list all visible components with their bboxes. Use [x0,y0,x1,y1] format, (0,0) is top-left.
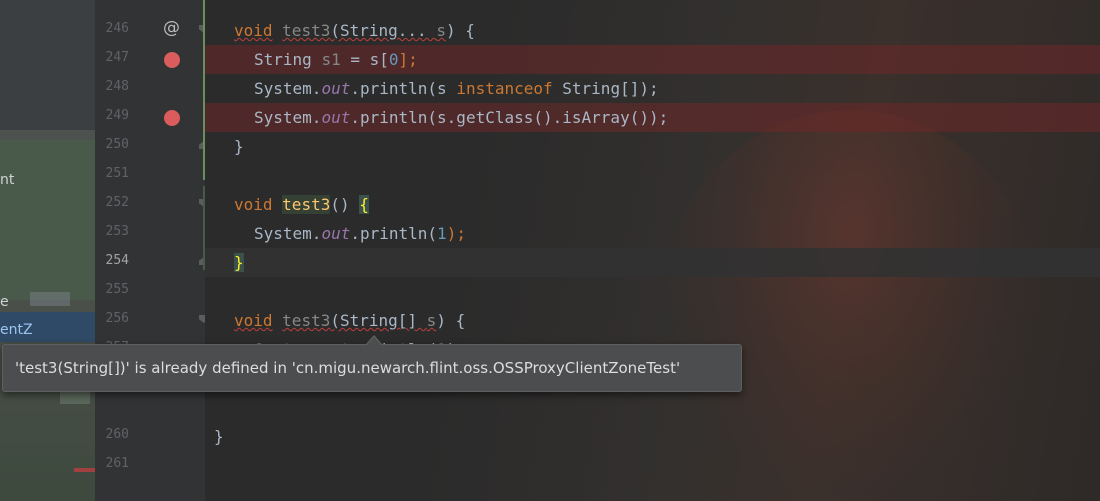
code-token: ) { [436,311,466,330]
keyword: void [234,311,273,330]
gutter-line: 260 [95,422,205,451]
breakpoint-icon[interactable] [164,52,180,68]
static-field: out [321,224,351,243]
gutter-line: 247 [95,45,205,74]
code-editor[interactable]: void test3(String... s) { String s1 = s[… [205,0,1100,501]
parameter: s [436,21,446,40]
code-token: = s[ [340,50,389,69]
gutter-line: 255 [95,277,205,306]
code-token: () [330,195,360,214]
pixelated-block [30,292,70,306]
panel-divider [0,130,95,140]
code-line-248[interactable]: System.out.println(s instanceof String[]… [205,74,1100,103]
static-field: out [321,79,351,98]
code-token: System. [254,79,322,98]
code-line-246[interactable]: void test3(String... s) { [205,16,1100,45]
code-token: ) { [445,21,475,40]
code-token: System. [254,224,322,243]
code-line-254[interactable]: } [205,248,1100,277]
error-marker [74,468,95,472]
code-line-250[interactable]: } [205,132,1100,161]
editor-gutter[interactable]: 246 @ 247 248 249 250 251 252 253 254 25… [95,0,209,501]
line-number: 249 [105,108,129,123]
code-token: .println(s [350,79,457,98]
code-token: .println(s.getClass().isArray()); [350,108,669,127]
line-number: 256 [105,311,129,326]
line-number: 251 [105,166,129,181]
number-literal: 0 [388,50,399,69]
method-name: test3 [282,311,331,330]
code-line-252[interactable]: void test3() { [205,190,1100,219]
code-line-253[interactable]: System.out.println(1); [205,219,1100,248]
line-number: 255 [105,282,129,297]
tooltip-arrow-inner [366,337,382,346]
panel-bg-mid [0,140,95,300]
number-literal: 1 [437,224,447,243]
panel-bg-top [0,0,95,130]
code-token: (String... [330,21,437,40]
line-number: 252 [105,195,129,210]
parameter: s [426,311,437,330]
gutter-line: 246 @ [95,16,209,45]
gutter-line: 261 [95,451,205,480]
gutter-line: 250 [95,132,209,161]
code-token: ); [446,224,466,243]
gutter-line: 251 [95,161,205,190]
variable: s1 [321,50,341,69]
code-line-256[interactable]: void test3(String[] s) { [205,306,1100,335]
line-number: 261 [105,456,129,471]
code-line-260[interactable]: } [205,422,1100,451]
code-token: .println( [350,224,438,243]
error-tooltip: 'test3(String[])' is already defined in … [2,344,742,392]
code-token: ]; [398,50,418,69]
code-token: (String[] [330,311,427,330]
code-line-247[interactable]: String s1 = s[0]; [205,45,1100,74]
tree-item-fragment[interactable]: e [0,294,9,310]
code-token: String[]); [552,79,659,98]
matched-brace: { [359,195,369,214]
tree-item-fragment[interactable]: nt [0,172,14,188]
line-number: 246 [105,21,129,36]
code-line-249[interactable]: System.out.println(s.getClass().isArray(… [205,103,1100,132]
keyword: void [234,195,273,214]
gutter-line: 253 [95,219,205,248]
keyword: instanceof [456,79,553,98]
matched-brace: } [234,253,244,272]
code-token: System. [254,108,322,127]
gutter-line: 252 [95,190,209,219]
line-number-current: 254 [105,253,129,268]
tooltip-message: 'test3(String[])' is already defined in … [15,359,681,377]
line-number: 253 [105,224,129,239]
closing-brace: } [214,427,224,446]
gutter-line: 249 [95,103,205,132]
method-name: test3 [282,21,331,40]
gutter-line: 248 [95,74,205,103]
gutter-line: 254 [95,248,209,277]
code-token: String [254,50,322,69]
override-marker-icon[interactable]: @ [163,18,180,38]
breakpoint-icon[interactable] [164,110,180,126]
line-number: 260 [105,427,129,442]
line-number: 247 [105,50,129,65]
line-number: 250 [105,137,129,152]
method-name: test3 [282,195,331,214]
static-field: out [321,108,351,127]
closing-brace: } [234,137,244,156]
line-number: 248 [105,79,129,94]
keyword: void [234,21,273,40]
tree-item-fragment-selected[interactable]: entZ [0,322,33,338]
gutter-line: 256 [95,306,209,335]
project-panel: nt e entZ [0,0,95,501]
